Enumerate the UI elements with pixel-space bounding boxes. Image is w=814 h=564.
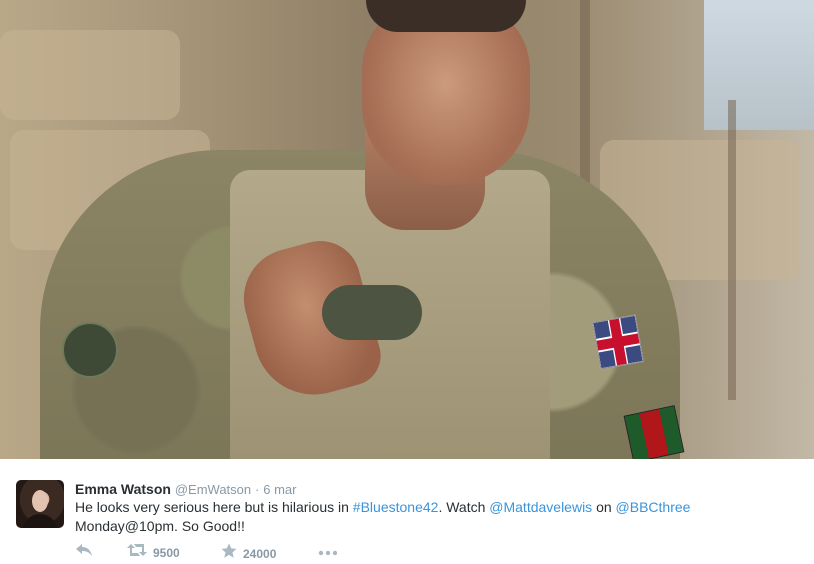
favorite-count: 24000 bbox=[243, 546, 277, 561]
photo-sky bbox=[704, 0, 814, 130]
shoulder-patch bbox=[62, 322, 118, 378]
regiment-badge bbox=[623, 405, 685, 459]
star-icon bbox=[221, 543, 237, 564]
photo-sandbags bbox=[0, 30, 180, 120]
tweet: Emma Watson @EmWatson · 6 mar He looks v… bbox=[0, 459, 814, 564]
union-flag-patch bbox=[592, 314, 644, 370]
tweet-text-segment: on bbox=[592, 499, 616, 515]
tweet-header: Emma Watson @EmWatson · 6 mar bbox=[75, 480, 297, 499]
retweet-button[interactable]: 9500 bbox=[127, 543, 180, 562]
tweet-text-segment: . Watch bbox=[438, 499, 490, 515]
soldier-hair bbox=[366, 0, 526, 32]
tweet-text-segment: Monday@10pm. So Good!! bbox=[75, 518, 245, 534]
author-handle[interactable]: @EmWatson bbox=[175, 482, 251, 497]
separator: · bbox=[255, 482, 260, 497]
author-name[interactable]: Emma Watson bbox=[75, 481, 171, 497]
tweet-text-segment: He looks very serious here but is hilari… bbox=[75, 499, 353, 515]
mention-link[interactable]: @BBCthree bbox=[616, 499, 691, 515]
more-button[interactable] bbox=[318, 543, 338, 561]
retweet-count: 9500 bbox=[153, 545, 180, 560]
tweet-text: He looks very serious here but is hilari… bbox=[75, 498, 795, 536]
reply-button[interactable] bbox=[75, 543, 93, 562]
tweet-date[interactable]: 6 mar bbox=[263, 482, 296, 497]
mention-link[interactable]: @Mattdavelewis bbox=[489, 499, 592, 515]
reply-icon bbox=[75, 543, 93, 562]
avatar[interactable] bbox=[16, 480, 64, 528]
retweet-icon bbox=[127, 543, 147, 562]
radio-headset bbox=[322, 285, 422, 340]
hashtag-link[interactable]: #Bluestone42 bbox=[353, 499, 439, 515]
more-icon bbox=[318, 543, 338, 561]
tweet-photo[interactable] bbox=[0, 0, 814, 459]
favorite-button[interactable]: 24000 bbox=[221, 543, 276, 564]
photo-pole bbox=[728, 100, 736, 400]
